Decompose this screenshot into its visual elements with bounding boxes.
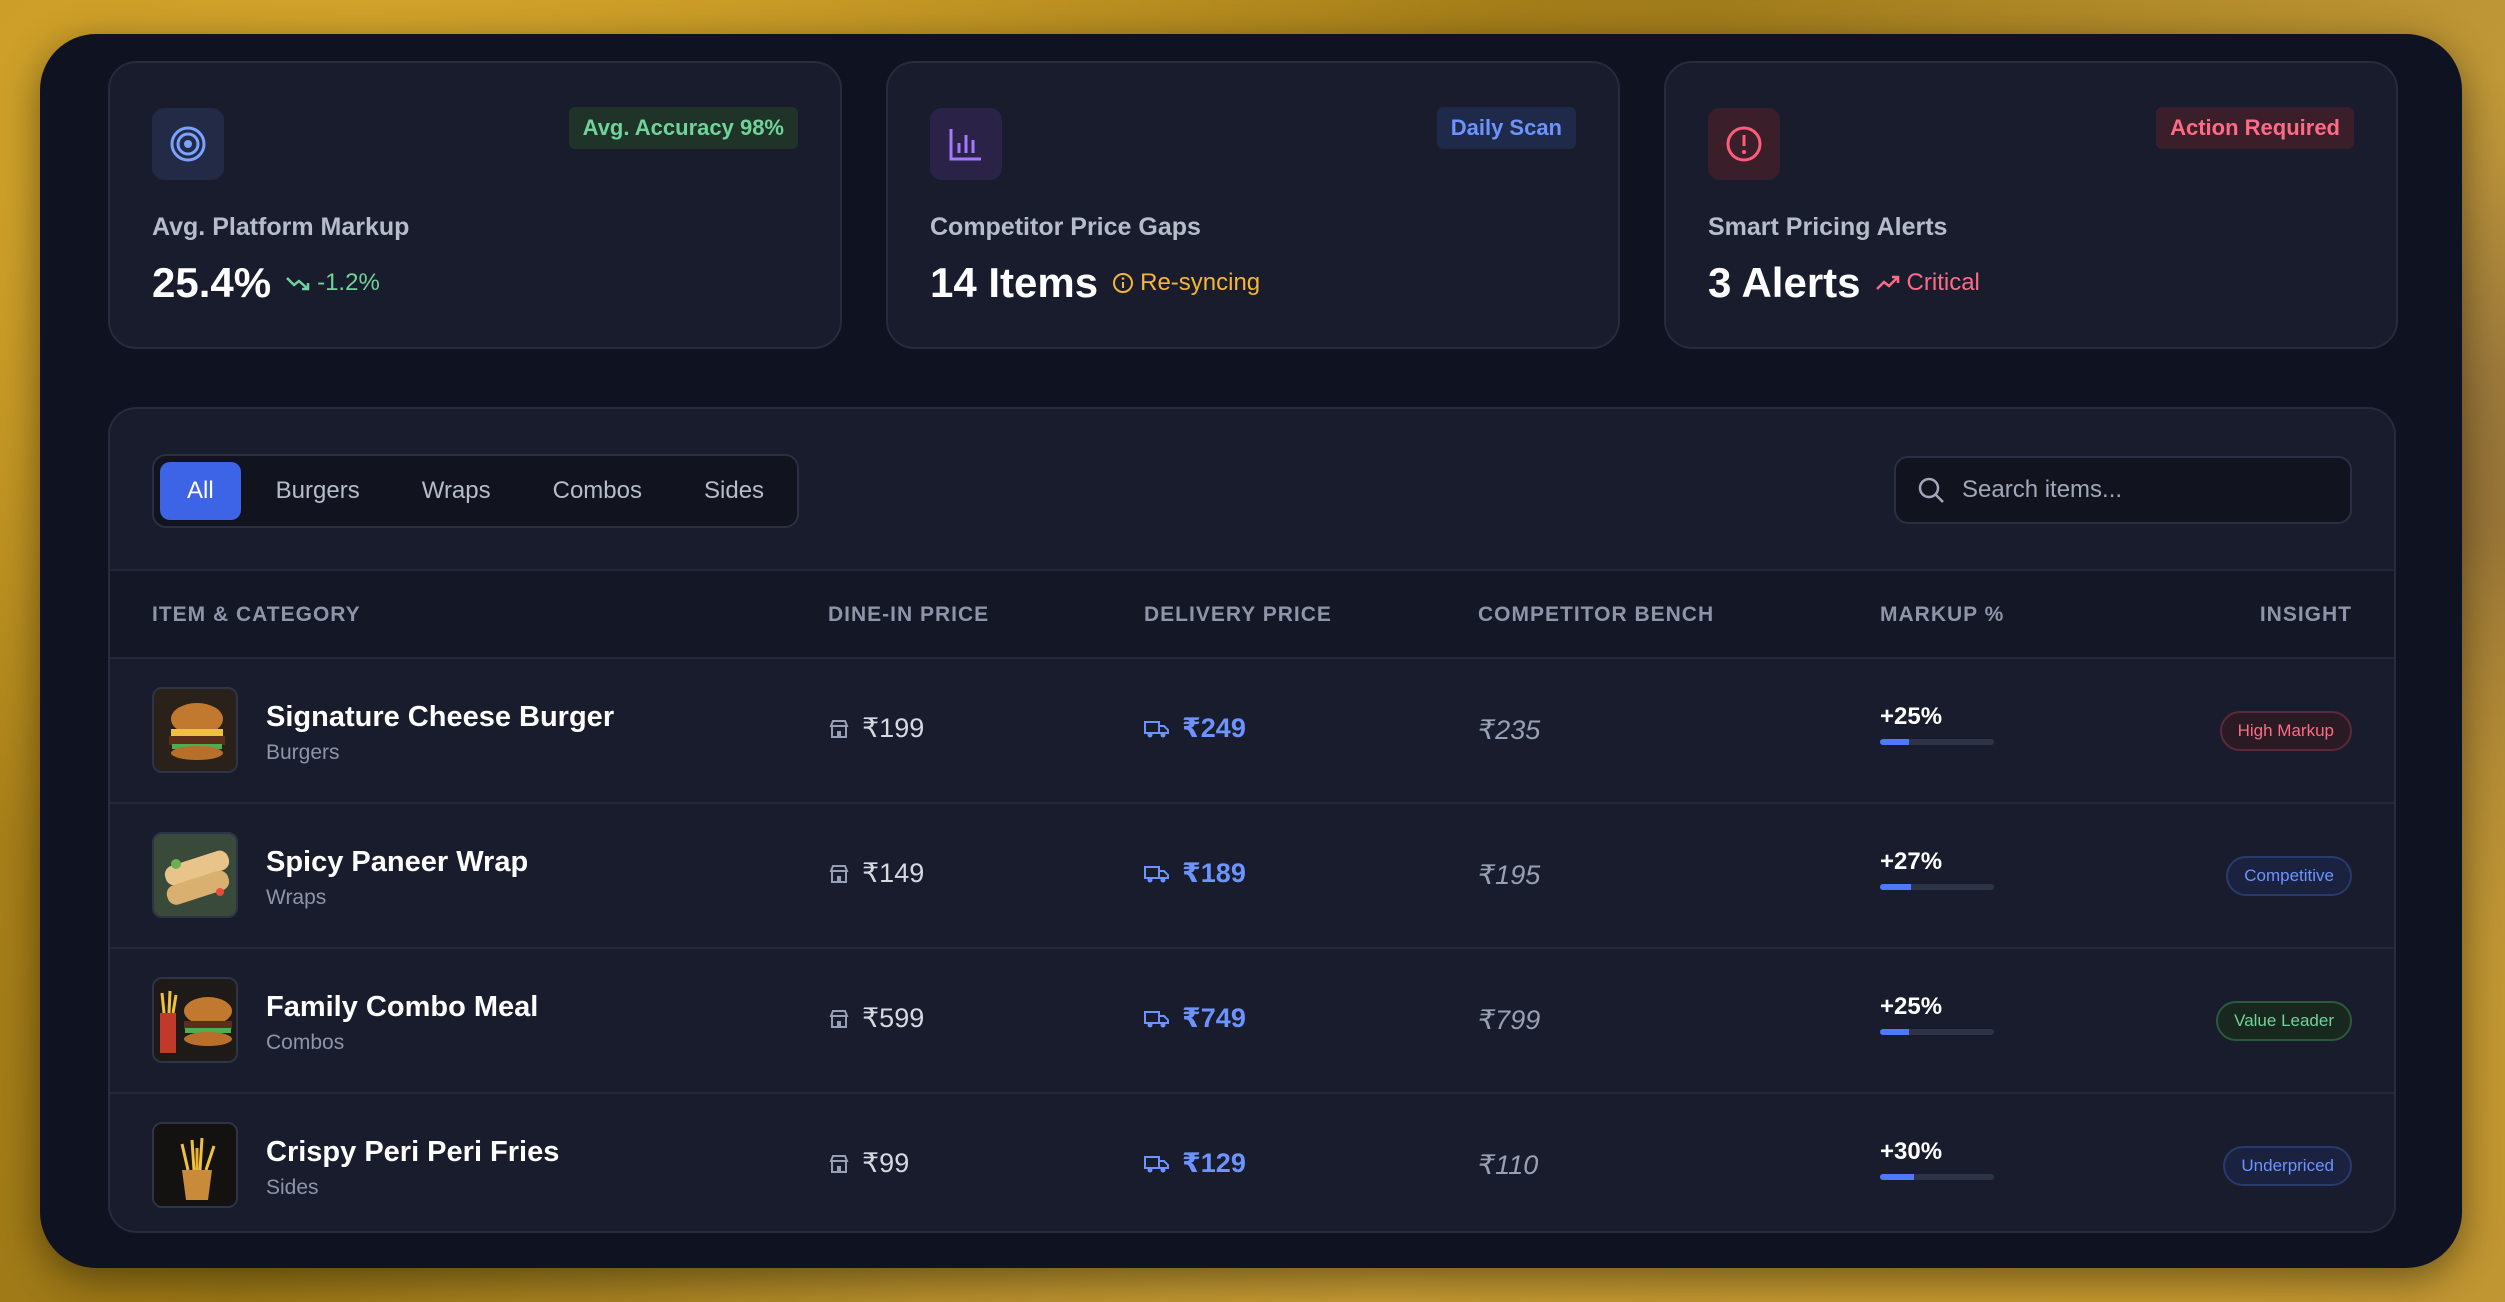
alert-circle-icon xyxy=(1708,108,1780,180)
markup-bar xyxy=(1880,739,1994,745)
target-icon xyxy=(152,108,224,180)
stat-value: 14 Items xyxy=(930,259,1099,306)
col-dine-in: DINE-IN PRICE xyxy=(828,603,990,626)
stat-trend: -1.2% xyxy=(285,269,380,297)
markup-bar xyxy=(1880,1029,1994,1035)
markup-percent: +30% xyxy=(1880,1138,1943,1165)
competitor-price: ₹195 xyxy=(1478,860,1541,890)
search-box xyxy=(1894,456,2352,524)
table-row[interactable]: Signature Cheese Burger Burgers ₹199 ₹24… xyxy=(110,657,2394,802)
tab-wraps[interactable]: Wraps xyxy=(395,462,518,520)
markup-bar-fill xyxy=(1880,1029,1909,1035)
item-name: Spicy Paneer Wrap xyxy=(266,846,529,878)
store-icon xyxy=(829,864,849,883)
insight-badge: Competitive xyxy=(2226,856,2352,896)
info-icon xyxy=(1113,273,1134,293)
dine-in-price: ₹599 xyxy=(828,1003,924,1034)
col-competitor: COMPETITOR BENCH xyxy=(1478,603,1715,626)
delivery-price: ₹129 xyxy=(1144,1148,1246,1179)
trending-down-icon xyxy=(286,277,310,291)
fries-image xyxy=(152,1122,238,1208)
tab-combos[interactable]: Combos xyxy=(526,462,669,520)
markup-percent: +25% xyxy=(1880,703,1943,730)
delivery-price: ₹249 xyxy=(1144,713,1246,744)
insight-badge: High Markup xyxy=(2219,711,2352,751)
item-category: Combos xyxy=(266,1031,345,1054)
category-tabs: All Burgers Wraps Combos Sides xyxy=(152,454,800,528)
dashboard-panel: Avg. Accuracy 98% Avg. Platform Markup 2… xyxy=(40,34,2462,1268)
item-category: Burgers xyxy=(266,741,340,764)
markup-cell: +25% xyxy=(1880,703,1994,745)
competitor-price: ₹799 xyxy=(1478,1005,1541,1035)
stat-label: Competitor Price Gaps xyxy=(930,213,1201,241)
burger-image xyxy=(152,687,238,773)
delivery-price: ₹749 xyxy=(1144,1003,1246,1034)
daily-scan-badge: Daily Scan xyxy=(1436,107,1576,149)
markup-percent: +25% xyxy=(1880,993,1943,1020)
col-item: ITEM & CATEGORY xyxy=(152,603,361,626)
table-toolbar: All Burgers Wraps Combos Sides xyxy=(110,409,2394,571)
store-icon xyxy=(829,1009,849,1028)
pricing-table: All Burgers Wraps Combos Sides ITEM & CA… xyxy=(108,407,2396,1233)
table-row[interactable]: Family Combo Meal Combos ₹599 ₹749 ₹799 … xyxy=(110,947,2394,1092)
store-icon xyxy=(829,1154,849,1173)
action-required-badge: Action Required xyxy=(2156,107,2354,149)
stat-trend: Re-syncing xyxy=(1112,269,1260,297)
truck-icon xyxy=(1144,865,1169,882)
dine-in-price: ₹99 xyxy=(828,1148,909,1179)
dine-in-price: ₹149 xyxy=(828,858,924,889)
dine-in-price: ₹199 xyxy=(828,713,924,744)
markup-bar-fill xyxy=(1880,884,1911,890)
col-delivery: DELIVERY PRICE xyxy=(1144,603,1332,626)
tab-sides[interactable]: Sides xyxy=(677,462,791,520)
search-icon xyxy=(1918,477,1944,503)
markup-bar xyxy=(1880,884,1994,890)
stat-label: Smart Pricing Alerts xyxy=(1708,213,1948,241)
store-icon xyxy=(829,719,849,738)
stat-card-alerts: Action Required Smart Pricing Alerts 3 A… xyxy=(1664,61,2398,349)
competitor-price: ₹235 xyxy=(1478,715,1541,745)
markup-cell: +30% xyxy=(1880,1138,1994,1180)
item-category: Wraps xyxy=(266,886,327,909)
bar-chart-icon xyxy=(930,108,1002,180)
stat-trend: Critical xyxy=(1875,269,1980,297)
truck-icon xyxy=(1144,1155,1169,1172)
markup-bar-fill xyxy=(1880,739,1909,745)
markup-bar-fill xyxy=(1880,1174,1915,1180)
insight-badge: Underpriced xyxy=(2223,1146,2352,1186)
stat-label: Avg. Platform Markup xyxy=(152,213,410,241)
markup-cell: +27% xyxy=(1880,848,1994,890)
stat-value: 3 Alerts xyxy=(1708,259,1861,306)
tab-burgers[interactable]: Burgers xyxy=(249,462,387,520)
item-category: Sides xyxy=(266,1176,319,1199)
table-row[interactable]: Crispy Peri Peri Fries Sides ₹99 ₹129 ₹1… xyxy=(110,1092,2394,1231)
col-insight: INSIGHT xyxy=(2259,603,2352,626)
item-name: Signature Cheese Burger xyxy=(266,701,615,733)
trending-up-icon xyxy=(1875,275,1899,290)
insight-badge: Value Leader xyxy=(2216,1001,2352,1041)
col-markup: MARKUP % xyxy=(1880,603,2005,626)
wrap-image xyxy=(152,832,238,918)
markup-percent: +27% xyxy=(1880,848,1943,875)
markup-cell: +25% xyxy=(1880,993,1994,1035)
item-name: Family Combo Meal xyxy=(266,991,539,1023)
competitor-price: ₹110 xyxy=(1478,1150,1539,1180)
markup-bar xyxy=(1880,1174,1994,1180)
truck-icon xyxy=(1144,1010,1169,1027)
delivery-price: ₹189 xyxy=(1144,858,1246,889)
stat-value: 25.4% xyxy=(152,259,272,306)
stat-card-gaps: Daily Scan Competitor Price Gaps 14 Item… xyxy=(886,61,1620,349)
table-row[interactable]: Spicy Paneer Wrap Wraps ₹149 ₹189 ₹195 +… xyxy=(110,802,2394,947)
truck-icon xyxy=(1144,720,1169,737)
table-header: ITEM & CATEGORY DINE-IN PRICE DELIVERY P… xyxy=(110,571,2394,657)
item-name: Crispy Peri Peri Fries xyxy=(266,1136,560,1168)
stat-card-markup: Avg. Accuracy 98% Avg. Platform Markup 2… xyxy=(108,61,842,349)
combo-image xyxy=(152,977,238,1063)
search-input[interactable] xyxy=(1962,476,2322,504)
tab-all[interactable]: All xyxy=(160,462,241,520)
accuracy-badge: Avg. Accuracy 98% xyxy=(568,107,798,149)
